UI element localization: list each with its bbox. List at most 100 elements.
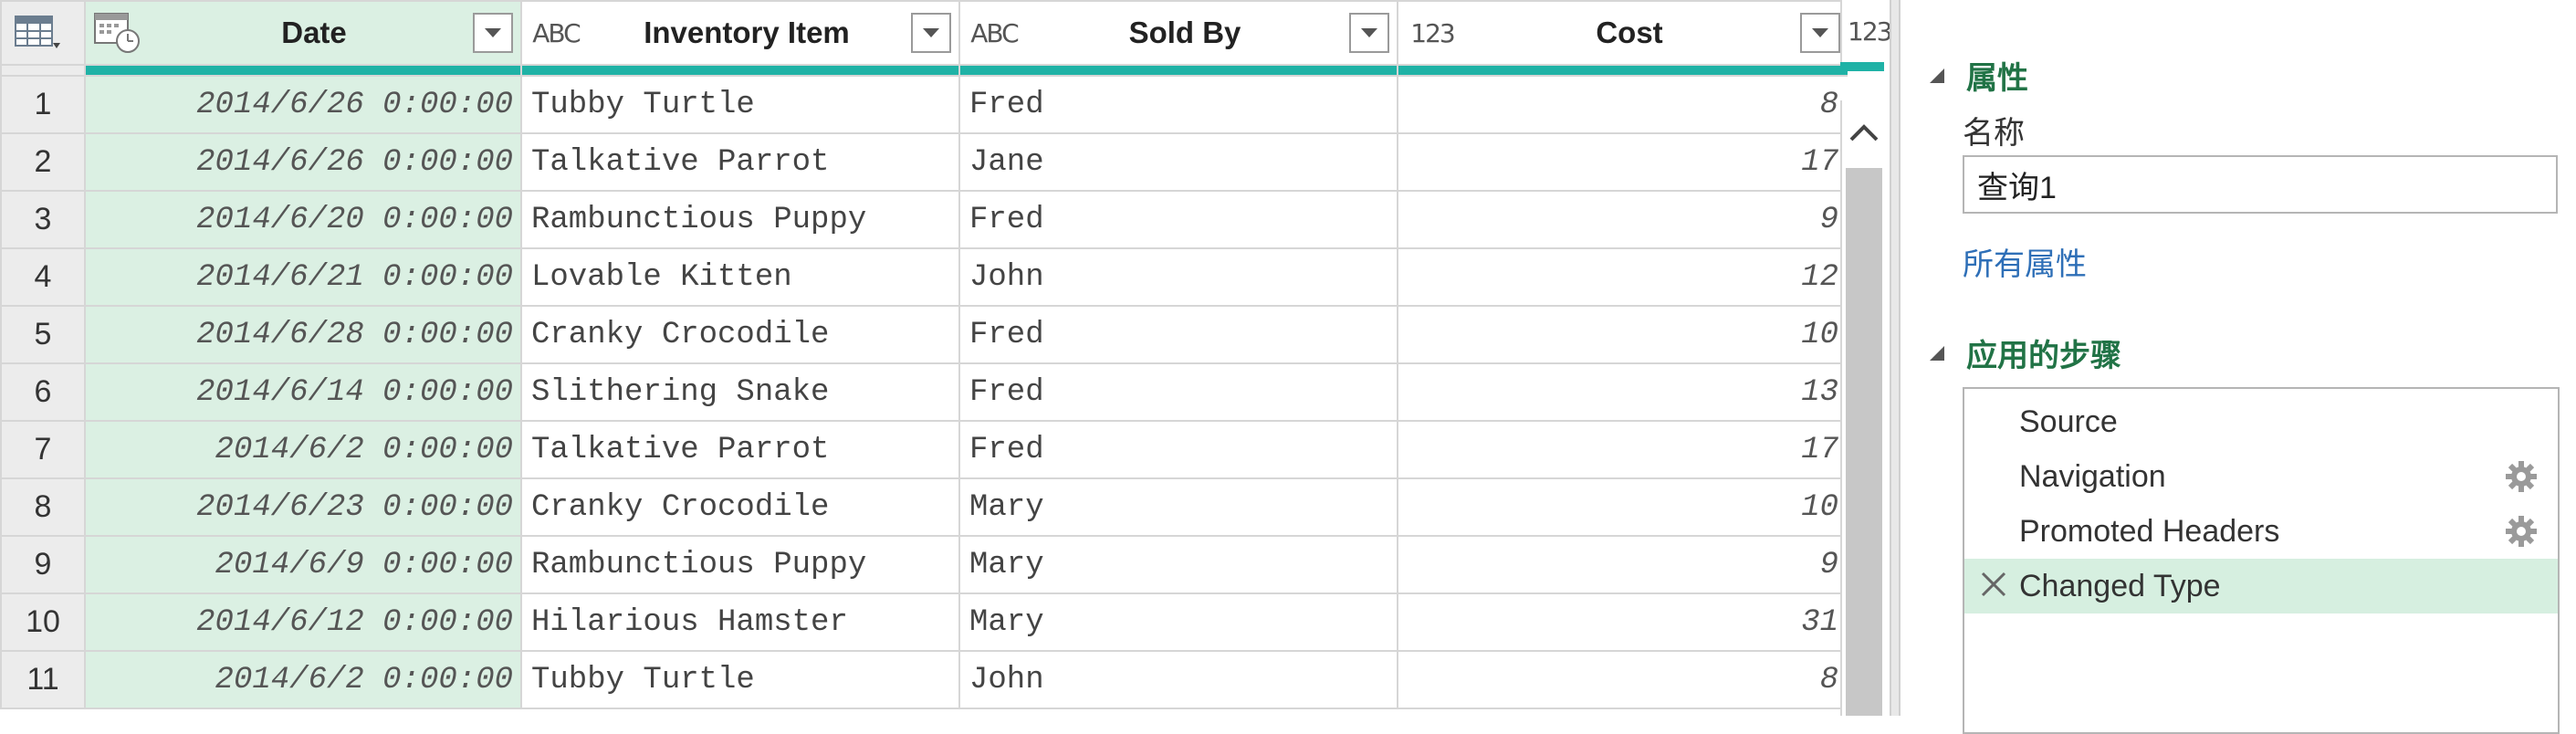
properties-section-header[interactable]: 属性 xyxy=(1928,53,2028,98)
collapse-triangle-icon xyxy=(1930,345,1944,361)
cell-sold-by[interactable]: Mary xyxy=(958,592,1398,652)
filter-dropdown-button[interactable] xyxy=(473,13,513,53)
cell-date[interactable]: 2014/6/20 0:00:00 xyxy=(84,190,522,249)
cell-date[interactable]: 2014/6/2 0:00:00 xyxy=(84,420,522,479)
collapse-triangle-icon xyxy=(1930,68,1944,83)
table-row: 6 2014/6/14 0:00:00 Slithering Snake Fred 13 xyxy=(0,362,1848,422)
column-name: Date xyxy=(281,16,347,49)
step-promoted-headers[interactable]: Promoted Headers xyxy=(1964,504,2558,559)
scroll-up-button[interactable] xyxy=(1842,100,1886,164)
vertical-scrollbar[interactable] xyxy=(1840,100,1886,716)
cell-cost[interactable]: 12 xyxy=(1397,247,1848,307)
applied-steps-section-header[interactable]: 应用的步骤 xyxy=(1928,330,2121,375)
cell-cost[interactable]: 17 xyxy=(1397,132,1848,192)
row-number[interactable]: 3 xyxy=(0,190,86,249)
row-number[interactable]: 11 xyxy=(0,650,86,709)
cell-inventory-item[interactable]: Slithering Snake xyxy=(520,362,960,422)
row-number[interactable]: 1 xyxy=(0,75,86,134)
column-header-date[interactable]: Date xyxy=(84,0,522,65)
cell-inventory-item[interactable]: Rambunctious Puppy xyxy=(520,535,960,594)
cell-sold-by[interactable]: Fred xyxy=(958,75,1398,134)
cell-date[interactable]: 2014/6/14 0:00:00 xyxy=(84,362,522,422)
cell-date[interactable]: 2014/6/23 0:00:00 xyxy=(84,477,522,537)
table-menu-button[interactable] xyxy=(0,0,86,65)
cell-inventory-item[interactable]: Lovable Kitten xyxy=(520,247,960,307)
cell-inventory-item[interactable]: Tubby Turtle xyxy=(520,75,960,134)
cell-inventory-item[interactable]: Talkative Parrot xyxy=(520,132,960,192)
cell-inventory-item[interactable]: Rambunctious Puppy xyxy=(520,190,960,249)
cell-date[interactable]: 2014/6/26 0:00:00 xyxy=(84,75,522,134)
query-name-input[interactable] xyxy=(1963,155,2558,214)
cell-cost[interactable]: 9 xyxy=(1397,190,1848,249)
column-header-sold-by[interactable]: ABC Sold By xyxy=(958,0,1398,65)
table-row: 10 2014/6/12 0:00:00 Hilarious Hamster Mary… xyxy=(0,592,1848,652)
cell-cost[interactable]: 8 xyxy=(1397,75,1848,134)
column-name: Sold By xyxy=(1128,16,1241,49)
cell-sold-by[interactable]: Fred xyxy=(958,305,1398,364)
table-row: 7 2014/6/2 0:00:00 Talkative Parrot Fred 17 xyxy=(0,420,1848,479)
step-navigation[interactable]: Navigation xyxy=(1964,449,2558,504)
name-label: 名称 xyxy=(1963,116,2025,151)
row-number[interactable]: 6 xyxy=(0,362,86,422)
cell-cost[interactable]: 8 xyxy=(1397,650,1848,709)
number-type-icon: 123 xyxy=(1410,17,1455,48)
cell-cost[interactable]: 9 xyxy=(1397,535,1848,594)
cell-cost[interactable]: 17 xyxy=(1397,420,1848,479)
row-number[interactable]: 4 xyxy=(0,247,86,307)
row-number[interactable]: 10 xyxy=(0,592,86,652)
delete-step-icon[interactable] xyxy=(1977,568,2010,601)
cell-cost[interactable]: 13 xyxy=(1397,362,1848,422)
cell-inventory-item[interactable]: Hilarious Hamster xyxy=(520,592,960,652)
filter-dropdown-button[interactable] xyxy=(911,13,951,53)
data-grid: Date ABC Inventory Item ABC Sold By 123 … xyxy=(0,0,1848,716)
gear-icon[interactable] xyxy=(2505,460,2538,493)
gear-icon[interactable] xyxy=(2505,515,2538,548)
filter-dropdown-button[interactable] xyxy=(1349,13,1389,53)
cell-sold-by[interactable]: Fred xyxy=(958,190,1398,249)
cell-sold-by[interactable]: John xyxy=(958,650,1398,709)
chevron-down-icon xyxy=(485,28,501,37)
column-header-inventory-item[interactable]: ABC Inventory Item xyxy=(520,0,960,65)
column-name: Cost xyxy=(1596,16,1663,49)
cell-cost[interactable]: 10 xyxy=(1397,477,1848,537)
all-properties-link[interactable]: 所有属性 xyxy=(1963,239,2087,284)
properties-title: 属性 xyxy=(1966,61,2028,96)
cell-date[interactable]: 2014/6/2 0:00:00 xyxy=(84,650,522,709)
row-number[interactable]: 5 xyxy=(0,305,86,364)
cell-date[interactable]: 2014/6/28 0:00:00 xyxy=(84,305,522,364)
cell-sold-by[interactable]: John xyxy=(958,247,1398,307)
column-quality-bar xyxy=(0,64,1848,77)
chevron-down-icon xyxy=(923,28,939,37)
row-number[interactable]: 8 xyxy=(0,477,86,537)
filter-dropdown-button[interactable] xyxy=(1800,13,1840,53)
cell-sold-by[interactable]: Mary xyxy=(958,477,1398,537)
column-header-partial[interactable]: 123 xyxy=(1840,0,1892,62)
cell-cost[interactable]: 31 xyxy=(1397,592,1848,652)
cell-date[interactable]: 2014/6/12 0:00:00 xyxy=(84,592,522,652)
scrollbar-thumb[interactable] xyxy=(1846,168,1882,716)
cell-sold-by[interactable]: Fred xyxy=(958,420,1398,479)
pane-splitter[interactable] xyxy=(1890,0,1901,716)
applied-steps-list: Source Navigation Promoted Headers Chang… xyxy=(1963,387,2560,734)
cell-date[interactable]: 2014/6/9 0:00:00 xyxy=(84,535,522,594)
text-type-icon: ABC xyxy=(970,17,1019,48)
cell-date[interactable]: 2014/6/26 0:00:00 xyxy=(84,132,522,192)
step-source[interactable]: Source xyxy=(1964,394,2558,449)
cell-cost[interactable]: 10 xyxy=(1397,305,1848,364)
applied-steps-title: 应用的步骤 xyxy=(1966,339,2121,373)
cell-inventory-item[interactable]: Tubby Turtle xyxy=(520,650,960,709)
row-number[interactable]: 7 xyxy=(0,420,86,479)
cell-date[interactable]: 2014/6/21 0:00:00 xyxy=(84,247,522,307)
cell-inventory-item[interactable]: Talkative Parrot xyxy=(520,420,960,479)
column-header-cost[interactable]: 123 Cost xyxy=(1397,0,1848,65)
table-icon xyxy=(15,16,60,48)
row-number[interactable]: 2 xyxy=(0,132,86,192)
row-number[interactable]: 9 xyxy=(0,535,86,594)
table-row: 4 2014/6/21 0:00:00 Lovable Kitten John 12 xyxy=(0,247,1848,307)
cell-inventory-item[interactable]: Cranky Crocodile xyxy=(520,305,960,364)
cell-sold-by[interactable]: Fred xyxy=(958,362,1398,422)
cell-sold-by[interactable]: Jane xyxy=(958,132,1398,192)
cell-inventory-item[interactable]: Cranky Crocodile xyxy=(520,477,960,537)
step-changed-type[interactable]: Changed Type xyxy=(1964,559,2558,613)
cell-sold-by[interactable]: Mary xyxy=(958,535,1398,594)
